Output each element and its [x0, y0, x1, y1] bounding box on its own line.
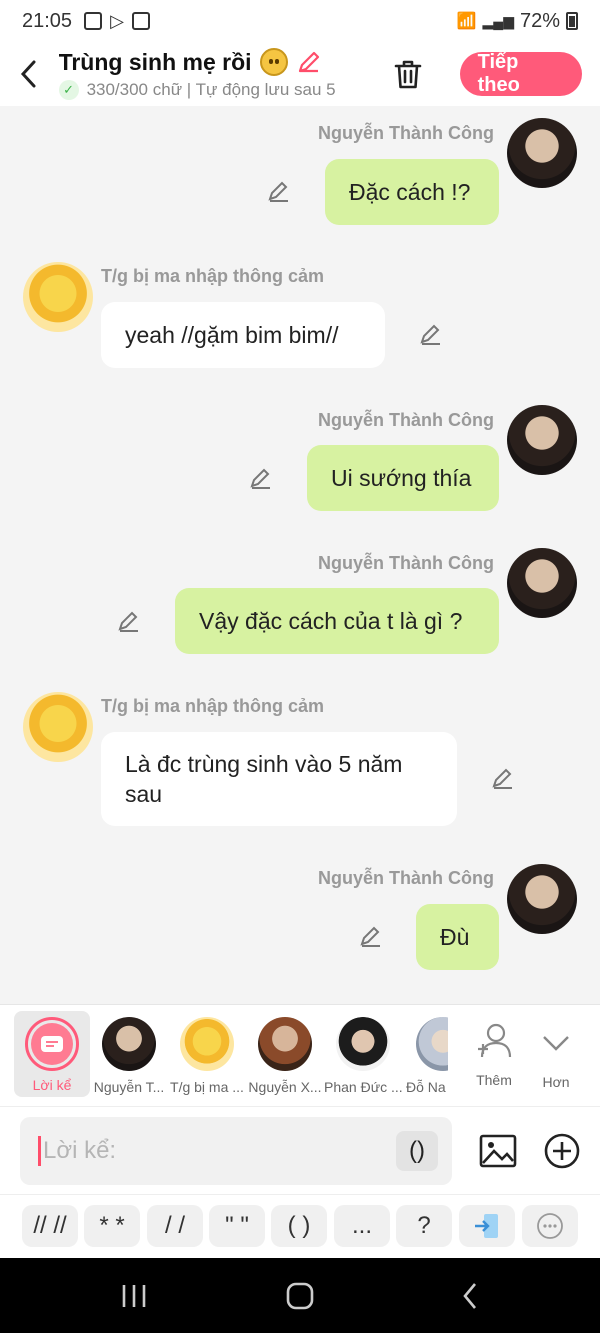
image-icon[interactable]: [478, 1131, 518, 1171]
avatar[interactable]: [507, 118, 577, 188]
sender-name: Nguyễn Thành Công: [318, 410, 494, 430]
message-bubble[interactable]: Ui sướng thía: [307, 445, 499, 511]
status-time: 21:05: [22, 9, 73, 32]
sender-name: Nguyễn Thành Công: [318, 553, 494, 573]
character-label: T/g bị ma ...: [170, 1079, 244, 1095]
trash-icon: [394, 60, 422, 89]
character-nguyen-x[interactable]: Nguyễn X...: [246, 1013, 324, 1095]
avatar[interactable]: [507, 548, 577, 618]
quick-symbol-button[interactable]: // //: [22, 1205, 78, 1247]
narration-selector[interactable]: Lời kể: [14, 1011, 90, 1097]
avatar: [416, 1017, 448, 1071]
quick-symbol-button[interactable]: ( ): [271, 1205, 327, 1247]
system-back-icon: [463, 1283, 476, 1309]
input-row: (): [0, 1106, 600, 1194]
back-button[interactable]: [0, 42, 59, 106]
character-bar: Lời kể Nguyễn T... T/g bị ma ... Nguyễn …: [0, 1004, 600, 1106]
recent-apps-icon: [122, 1285, 146, 1307]
saved-check-icon: ✓: [58, 80, 79, 100]
avatar: [336, 1017, 390, 1071]
avatar: [102, 1017, 156, 1071]
avatar[interactable]: [507, 405, 577, 475]
character-label: Nguyễn X...: [248, 1079, 322, 1095]
character-phan-duc[interactable]: Phan Đức ...: [324, 1013, 402, 1095]
message-text-line: Là đc trùng sinh vào 5 năm: [125, 751, 403, 777]
recent-apps-button[interactable]: [114, 1278, 154, 1314]
chat-area[interactable]: Nguyễn Thành Công Đặc cách !? T/g bị ma …: [0, 106, 600, 1004]
narration-label: Lời kể: [32, 1077, 72, 1093]
edit-message-pencil-icon[interactable]: [358, 924, 384, 950]
parentheses-button[interactable]: (): [396, 1131, 438, 1171]
narration-input-container[interactable]: (): [20, 1117, 452, 1185]
sender-name: T/g bị ma nhập thông cảm: [101, 696, 325, 716]
back-arrow-icon: [21, 60, 36, 88]
quick-symbol-button[interactable]: / /: [147, 1205, 203, 1247]
avatar[interactable]: [23, 262, 93, 332]
more-label: Hơn: [542, 1074, 570, 1090]
avatar: [180, 1017, 234, 1071]
avatar[interactable]: [23, 692, 93, 762]
sender-name: Nguyễn Thành Công: [318, 868, 494, 888]
signal-icon: ▂▄▆: [482, 12, 514, 29]
word-count-status: 330/300 chữ | Tự động lưu sau 5: [86, 80, 336, 99]
battery-text: 72%: [519, 9, 560, 32]
next-button[interactable]: Tiếp theo: [459, 51, 582, 96]
title-area[interactable]: Trùng sinh mẹ rồi ✓ 330/300 chữ | Tự độn…: [58, 48, 389, 100]
quick-symbol-button[interactable]: ?: [396, 1205, 452, 1247]
battery-icon: [566, 12, 578, 30]
narration-icon: [25, 1017, 79, 1071]
message-text-line: sau: [125, 781, 163, 807]
edit-message-pencil-icon[interactable]: [116, 609, 142, 635]
character-label: Phan Đức ...: [324, 1079, 402, 1095]
character-label: Đỗ Na: [406, 1079, 446, 1095]
text-caret: [38, 1136, 41, 1166]
chat-bubble-icon: [537, 1213, 563, 1239]
quick-symbol-button[interactable]: " ": [209, 1205, 265, 1247]
edit-title-pencil-icon[interactable]: [296, 49, 322, 75]
message-bubble[interactable]: Vậy đặc cách của t là gì ?: [175, 588, 499, 654]
story-title: Trùng sinh mẹ rồi: [58, 48, 252, 75]
edit-message-pencil-icon[interactable]: [418, 322, 444, 348]
gallery-notification-icon: [84, 12, 103, 30]
quick-symbol-button[interactable]: ...: [334, 1205, 390, 1247]
character-do-na[interactable]: Đỗ Na: [402, 1013, 448, 1095]
add-person-icon: [478, 1023, 512, 1058]
more-button[interactable]: Hơn: [517, 1013, 595, 1090]
delete-button[interactable]: [389, 54, 428, 94]
system-nav-bar: [0, 1258, 600, 1333]
message-bubble[interactable]: Đặc cách !?: [325, 159, 499, 225]
system-back-button[interactable]: [450, 1278, 490, 1314]
chevron-down-icon: [543, 1036, 569, 1051]
quick-symbol-bar: // // * * / / " " ( ) ... ?: [0, 1194, 600, 1258]
character-tg[interactable]: T/g bị ma ...: [168, 1013, 246, 1095]
sender-name: Nguyễn Thành Công: [318, 123, 494, 143]
message-bubble[interactable]: Là đc trùng sinh vào 5 năm sau: [101, 732, 457, 826]
add-circle-icon[interactable]: [542, 1131, 582, 1171]
message-bubble[interactable]: yeah //gặm bim bim//: [101, 302, 385, 368]
character-nguyen-thanh-cong[interactable]: Nguyễn T...: [90, 1013, 168, 1095]
play-store-notification-icon: ▷: [110, 10, 124, 31]
edit-message-pencil-icon[interactable]: [266, 179, 292, 205]
chat-bubble-button[interactable]: [522, 1205, 578, 1247]
status-bar: 21:05 ▷ 📶 ▂▄▆ 72%: [0, 0, 600, 42]
wifi-icon: 📶: [456, 13, 477, 30]
exit-door-icon: [475, 1214, 498, 1238]
header: Trùng sinh mẹ rồi ✓ 330/300 chữ | Tự độn…: [0, 42, 600, 106]
home-icon: [286, 1282, 314, 1310]
edit-message-pencil-icon[interactable]: [248, 466, 274, 492]
quick-symbol-button[interactable]: * *: [84, 1205, 140, 1247]
exit-scene-button[interactable]: [459, 1205, 515, 1247]
sender-name: T/g bị ma nhập thông cảm: [101, 266, 325, 286]
narration-input[interactable]: [43, 1137, 343, 1165]
checkbox-notification-icon: [131, 12, 150, 30]
neutral-face-emoji-icon: [259, 48, 288, 76]
avatar: [258, 1017, 312, 1071]
message-bubble[interactable]: Đù: [416, 904, 499, 970]
avatar[interactable]: [507, 864, 577, 934]
edit-message-pencil-icon[interactable]: [490, 766, 516, 792]
home-button[interactable]: [280, 1278, 320, 1314]
character-label: Nguyễn T...: [93, 1079, 165, 1095]
